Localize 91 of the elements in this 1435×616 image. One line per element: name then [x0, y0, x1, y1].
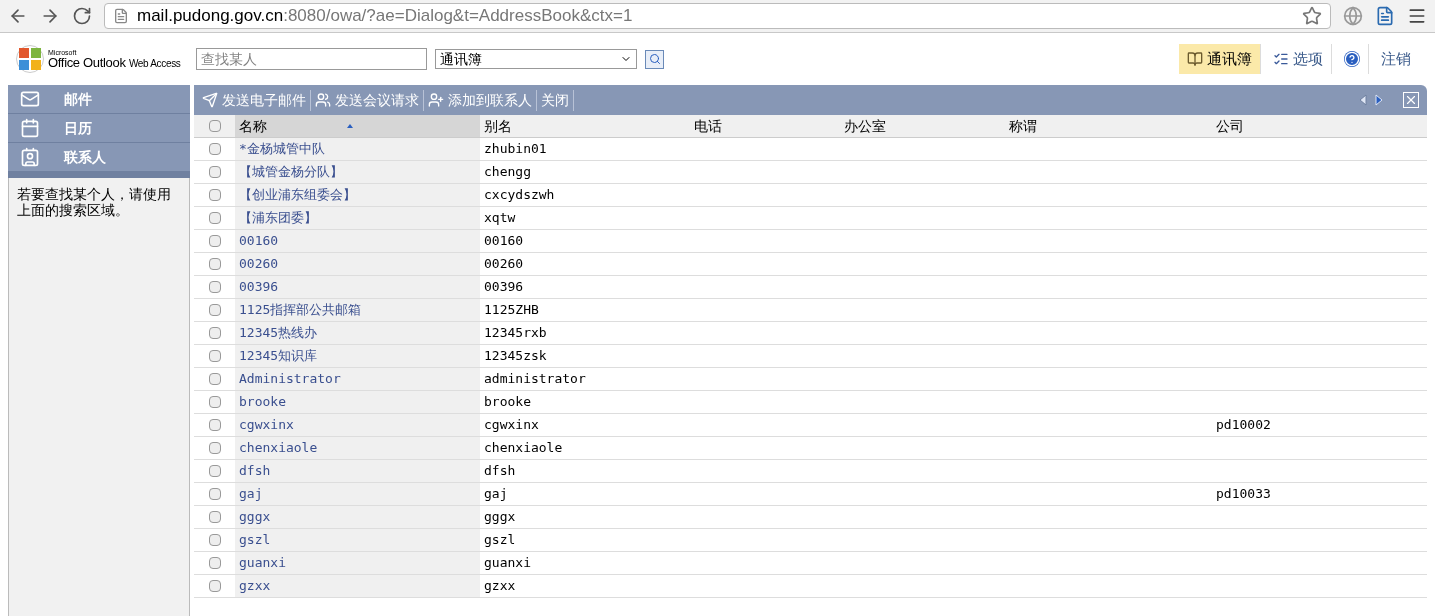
address-book-select[interactable]: 通讯簿: [435, 49, 637, 69]
row-checkbox[interactable]: [208, 580, 221, 592]
table-cell-text: gszl: [484, 531, 516, 550]
contact-name-link[interactable]: 00160: [239, 231, 279, 251]
contact-name-link[interactable]: gzxx: [239, 576, 271, 596]
row-checkbox[interactable]: [208, 235, 221, 247]
contact-name-link[interactable]: gggx: [239, 507, 271, 527]
table-cell-text: cxcydszwh: [484, 186, 555, 205]
table-cell-text: pd10002: [1216, 416, 1271, 435]
table-cell-text: guanxi: [484, 554, 531, 573]
table-cell-text: gaj: [484, 485, 508, 504]
header-link[interactable]: 通讯簿: [1179, 44, 1261, 74]
row-checkbox[interactable]: [208, 166, 221, 178]
close-icon[interactable]: [1403, 92, 1419, 108]
send-icon: [202, 92, 218, 108]
table-cell-text: cgwxinx: [484, 416, 539, 435]
url-text: mail.pudong.gov.cn:8080/owa/?ae=Dialog&t=AddressBook&ctx=1: [137, 5, 634, 28]
star-icon[interactable]: [1302, 6, 1322, 26]
globe-icon[interactable]: [1343, 6, 1363, 26]
row-checkbox[interactable]: [208, 534, 221, 546]
address-bar[interactable]: mail.pudong.gov.cn:8080/owa/?ae=Dialog&t=AddressBook&ctx=1: [104, 3, 1331, 29]
menu-icon[interactable]: [1407, 6, 1427, 26]
envelope-icon: [20, 89, 40, 109]
table-cell-text: 12345rxb: [484, 324, 547, 343]
table-cell-text: gzxx: [484, 577, 516, 596]
row-checkbox[interactable]: [208, 327, 221, 339]
column-header[interactable]: 称谓: [1005, 115, 1212, 137]
logo-text: Office Outlook Web Access: [48, 56, 181, 69]
contact-name-link[interactable]: gszl: [239, 530, 271, 550]
search-hint: 若要查找某个人，请使用上面的搜索区域。: [17, 186, 172, 218]
table-cell-text: pd10033: [1216, 485, 1271, 504]
add-person-icon: [428, 92, 444, 108]
row-checkbox[interactable]: [208, 511, 221, 523]
row-checkbox[interactable]: [208, 143, 221, 155]
splitter-handle[interactable]: [8, 172, 190, 178]
help-icon: [1344, 51, 1360, 67]
contact-name-link[interactable]: guanxi: [239, 553, 286, 573]
row-checkbox[interactable]: [208, 189, 221, 201]
header-link[interactable]: 注销: [1373, 44, 1419, 74]
contact-name-link[interactable]: 00396: [239, 277, 279, 297]
table-cell-text: gggx: [484, 508, 516, 527]
row-checkbox[interactable]: [208, 304, 221, 316]
row-checkbox[interactable]: [208, 488, 221, 500]
header-link[interactable]: 选项: [1265, 44, 1332, 74]
sort-arrow-icon: [347, 124, 353, 128]
row-checkbox[interactable]: [208, 350, 221, 362]
table-cell-text: dfsh: [484, 462, 516, 481]
next-page-icon[interactable]: [1375, 94, 1383, 106]
row-checkbox[interactable]: [208, 442, 221, 454]
table-cell-text: 1125ZHB: [484, 301, 539, 320]
book-icon: [1187, 51, 1203, 67]
people-icon: [315, 92, 331, 108]
contact-name-link[interactable]: dfsh: [239, 461, 271, 481]
reload-icon[interactable]: [72, 6, 92, 26]
list-icon: [1273, 51, 1289, 67]
row-checkbox[interactable]: [208, 212, 221, 224]
table-cell-text: administrator: [484, 370, 586, 389]
table-cell-text: 00160: [484, 232, 524, 251]
column-header[interactable]: 别名: [480, 115, 690, 137]
table-cell-text: brooke: [484, 393, 531, 412]
row-checkbox[interactable]: [208, 281, 221, 293]
contact-name-link[interactable]: brooke: [239, 392, 286, 412]
column-header[interactable]: 办公室: [840, 115, 1005, 137]
table-cell-text: 12345zsk: [484, 347, 547, 366]
table-cell-text: 00260: [484, 255, 524, 274]
row-checkbox[interactable]: [208, 373, 221, 385]
row-checkbox[interactable]: [208, 396, 221, 408]
column-header[interactable]: 公司: [1212, 115, 1427, 137]
column-header[interactable]: 名称: [235, 115, 480, 137]
row-checkbox[interactable]: [208, 258, 221, 270]
table-cell-text: xqtw: [484, 209, 516, 228]
logo-icon: [16, 45, 44, 73]
column-header[interactable]: 电话: [690, 115, 840, 137]
contact-card-icon: [20, 147, 40, 167]
table-cell-text: zhubin01: [484, 140, 547, 159]
search-field[interactable]: 查找某人: [196, 48, 427, 70]
contact-name-link[interactable]: 00260: [239, 254, 279, 274]
table-cell-text: chenxiaole: [484, 439, 563, 458]
contact-name-link[interactable]: gaj: [239, 484, 263, 504]
row-checkbox[interactable]: [208, 557, 221, 569]
row-checkbox[interactable]: [208, 465, 221, 477]
page-icon: [113, 8, 129, 24]
extension-icon[interactable]: [1375, 6, 1395, 26]
table-cell-text: chengg: [484, 163, 531, 182]
prev-page-icon[interactable]: [1359, 94, 1367, 106]
calendar-icon: [20, 118, 40, 138]
search-icon: [648, 53, 661, 65]
table-cell-text: 00396: [484, 278, 524, 297]
select-all-checkbox[interactable]: [208, 120, 221, 132]
row-checkbox[interactable]: [208, 419, 221, 431]
search-button[interactable]: [645, 49, 664, 69]
